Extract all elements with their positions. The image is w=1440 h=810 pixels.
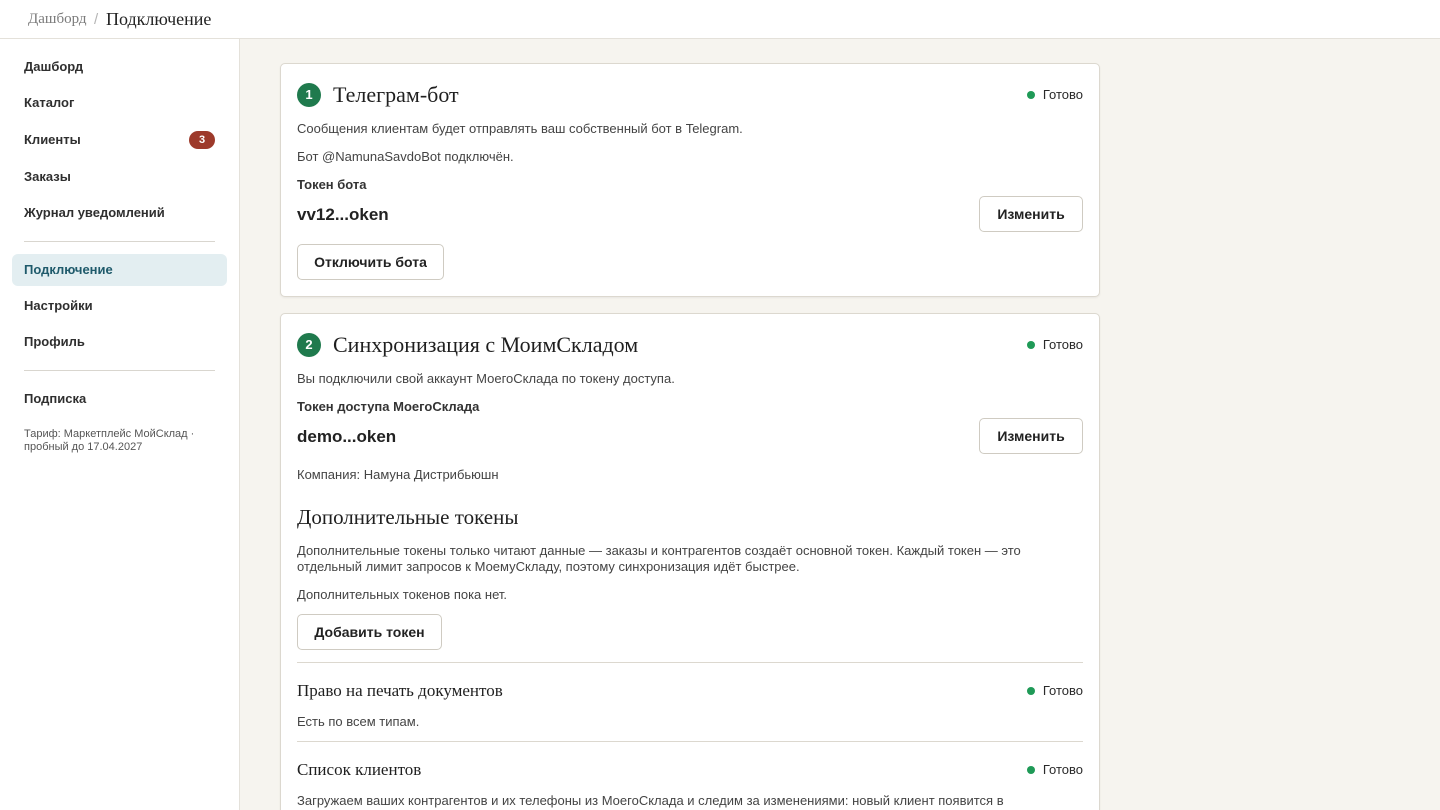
sidebar-item-orders[interactable]: Заказы [12, 161, 227, 193]
sidebar-item-label: Каталог [24, 95, 75, 110]
card-title: Синхронизация с МоимСкладом [333, 332, 639, 357]
sidebar-item-label: Журнал уведомлений [24, 205, 165, 220]
sidebar-item-catalog[interactable]: Каталог [12, 87, 227, 119]
section-divider [297, 662, 1083, 663]
status-text: Готово [1042, 683, 1083, 698]
print-rights-title: Право на печать документов [297, 681, 503, 700]
section-divider [297, 741, 1083, 742]
status-text: Готово [1042, 87, 1083, 102]
sidebar-divider [24, 370, 215, 371]
sidebar-item-subscription[interactable]: Подписка [12, 383, 227, 415]
status-dot-icon [1026, 765, 1035, 774]
sidebar-item-label: Подписка [24, 391, 87, 406]
disconnect-bot-button[interactable]: Отключить бота [297, 244, 444, 280]
sidebar-item-label: Дашборд [24, 59, 84, 74]
company-name: Компания: Намуна Дистрибьюшн [297, 467, 499, 482]
sidebar-item-label: Заказы [24, 169, 71, 184]
breadcrumb-link-dashboard[interactable]: Дашборд [28, 11, 87, 28]
token-value: vv12...oken [297, 205, 389, 224]
top-bar: Дашборд / Подключение [0, 0, 1440, 39]
change-token-button[interactable]: Изменить [979, 418, 1083, 454]
change-token-button[interactable]: Изменить [979, 196, 1083, 232]
status-indicator: Готово [1026, 762, 1083, 777]
status-text: Готово [1042, 762, 1083, 777]
sidebar-item-settings[interactable]: Настройки [12, 290, 227, 322]
plan-note: Тариф: Маркетплейс МойСклад · пробный до… [24, 428, 195, 453]
status-indicator: Готово [1026, 337, 1083, 352]
sidebar-item-label: Настройки [24, 298, 93, 313]
breadcrumb-separator: / [94, 11, 99, 28]
bot-connected-text: Бот @NamunaSavdoBot подключён. [297, 149, 514, 164]
token-label: Токен бота [297, 177, 367, 192]
sidebar-item-clients[interactable]: Клиенты 3 [12, 124, 227, 156]
card-title: Телеграм-бот [333, 82, 459, 107]
sidebar-item-connection[interactable]: Подключение [12, 254, 227, 286]
status-indicator: Готово [1026, 683, 1083, 698]
step-number: 2 [297, 333, 321, 357]
card-description: Сообщения клиентам будет отправлять ваш … [297, 121, 743, 136]
telegram-bot-card: 1 Телеграм-бот Готово Сообщения клиентам… [280, 63, 1100, 297]
status-text: Готово [1042, 337, 1083, 352]
add-token-button[interactable]: Добавить токен [297, 614, 442, 650]
sidebar-item-notification-log[interactable]: Журнал уведомлений [12, 197, 227, 229]
status-indicator: Готово [1026, 87, 1083, 102]
sidebar-item-label: Подключение [24, 262, 113, 277]
extra-tokens-empty: Дополнительных токенов пока нет. [297, 587, 508, 602]
extra-tokens-description: Дополнительные токены только читают данн… [297, 543, 1021, 574]
sidebar: Дашборд Каталог Клиенты 3 Заказы Журнал … [0, 39, 240, 810]
client-list-title: Список клиентов [297, 760, 422, 779]
sidebar-item-label: Клиенты [24, 132, 81, 147]
sidebar-divider [24, 241, 215, 242]
moysklad-sync-card: 2 Синхронизация с МоимСкладом Готово Вы … [280, 313, 1100, 810]
status-dot-icon [1026, 340, 1035, 349]
token-value: demo...oken [297, 427, 397, 446]
print-rights-description: Есть по всем типам. [297, 714, 420, 729]
page-title: Подключение [106, 9, 212, 29]
status-dot-icon [1026, 90, 1035, 99]
step-number: 1 [297, 83, 321, 107]
token-label: Токен доступа МоегоСклада [297, 399, 480, 414]
card-description: Вы подключили свой аккаунт МоегоСклада п… [297, 371, 675, 386]
sidebar-item-label: Профиль [24, 334, 85, 349]
sidebar-item-profile[interactable]: Профиль [12, 326, 227, 358]
clients-count-badge: 3 [189, 131, 215, 149]
status-dot-icon [1026, 686, 1035, 695]
extra-tokens-title: Дополнительные токены [297, 505, 519, 529]
client-list-description: Загружаем ваших контрагентов и их телефо… [297, 793, 1004, 808]
sidebar-item-dashboard[interactable]: Дашборд [12, 51, 227, 83]
